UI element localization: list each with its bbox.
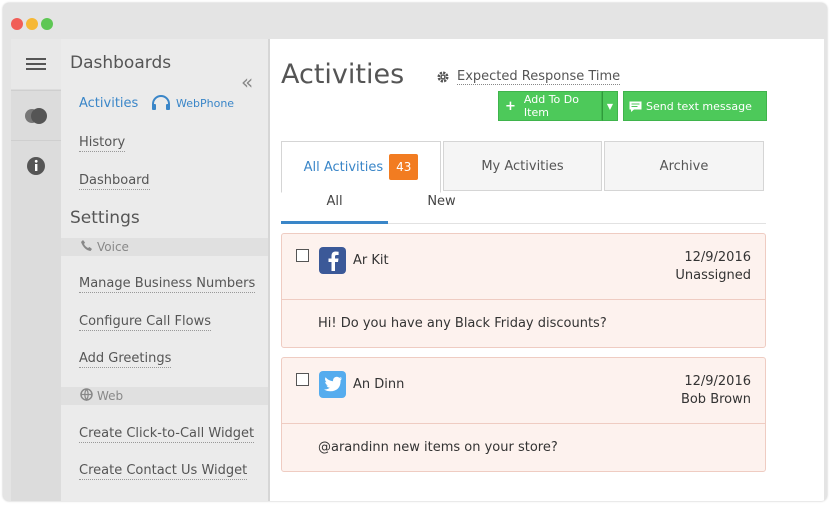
select-checkbox[interactable] [296,249,309,262]
subtab-all[interactable]: All [281,189,388,224]
add-todo-dropdown-button[interactable]: ▼ [602,91,618,121]
activity-message: @arandinn new items on your store? [282,423,765,471]
twitter-icon [319,371,346,398]
gear-icon [437,71,449,83]
globe-icon [80,388,93,406]
activity-message: Hi! Do you have any Black Friday discoun… [282,299,765,347]
plus-icon: + [505,98,516,114]
facebook-icon [319,247,346,274]
tab-label: Archive [659,158,709,174]
sidebar-item-contact-us[interactable]: Create Contact Us Widget [79,462,248,480]
activity-date: 12/9/2016 [684,374,751,389]
toggle-icon [25,108,47,124]
voice-label: Voice [97,240,129,254]
select-checkbox[interactable] [296,373,309,386]
add-todo-button[interactable]: + Add To Do Item [498,91,602,121]
activity-card[interactable]: Ar Kit 12/9/2016 Unassigned Hi! Do you h… [281,233,766,348]
main-panel: Activities Expected Response Time + Add … [268,39,824,501]
voice-section-header: Voice [61,238,268,256]
subtab-new[interactable]: New [388,189,495,221]
filter-subtabs: All New [281,189,766,224]
add-todo-label: Add To Do Item [523,93,579,119]
activity-meta: 12/9/2016 Unassigned [675,249,751,285]
sidebar-item-call-flows[interactable]: Configure Call Flows [79,313,211,331]
minimize-window-button[interactable] [26,18,38,30]
sidebar-item-history[interactable]: History [79,134,126,152]
count-badge: 43 [389,154,419,180]
tab-all-activities[interactable]: All Activities 43 [281,141,441,193]
activity-date: 12/9/2016 [684,250,751,265]
sidebar-item-manage-numbers[interactable]: Manage Business Numbers [79,275,256,293]
collapse-sidebar-button[interactable]: « [241,72,253,92]
icon-bar [11,39,61,501]
web-section-header: Web [61,387,268,405]
activity-assignee: Unassigned [675,268,751,283]
send-text-button[interactable]: Send text message [623,91,767,121]
info-button[interactable] [11,140,61,191]
sidebar: Dashboards « Activities WebPhone History… [61,39,268,501]
webphone-link[interactable]: WebPhone [151,95,234,112]
contact-name: Ar Kit [353,253,389,268]
webphone-label: WebPhone [176,97,235,110]
menu-toggle-button[interactable] [11,39,61,89]
tab-my-activities[interactable]: My Activities [443,141,602,191]
expected-response-time-label: Expected Response Time [457,69,621,85]
activity-tabs: All Activities 43 My Activities Archive [281,141,766,193]
settings-heading: Settings [70,208,140,228]
status-toggle-button[interactable] [11,90,61,141]
send-text-label: Send text message [646,99,752,113]
close-window-button[interactable] [11,18,23,30]
caret-down-icon: ▼ [606,101,614,111]
activity-assignee: Bob Brown [680,392,751,407]
sidebar-item-click-to-call[interactable]: Create Click-to-Call Widget [79,425,255,443]
activity-card[interactable]: An Dinn 12/9/2016 Bob Brown @arandinn ne… [281,357,766,472]
app-window: Dashboards « Activities WebPhone History… [3,3,827,501]
tab-label: My Activities [481,158,564,174]
info-icon [27,157,45,175]
tab-label: All Activities [303,159,384,175]
maximize-window-button[interactable] [41,18,53,30]
sidebar-item-greetings[interactable]: Add Greetings [79,350,172,368]
sidebar-item-activities[interactable]: Activities [79,95,138,112]
web-label: Web [97,389,124,403]
sidebar-item-dashboard[interactable]: Dashboard [79,172,150,190]
message-icon [629,101,642,112]
expected-response-time-link[interactable]: Expected Response Time [436,69,621,85]
headset-icon [152,95,170,110]
tab-archive[interactable]: Archive [604,141,764,191]
activity-meta: 12/9/2016 Bob Brown [681,373,751,409]
contact-name: An Dinn [353,377,405,392]
hamburger-icon [26,58,46,70]
dashboards-heading: Dashboards [70,53,172,73]
phone-icon [80,239,93,257]
page-title: Activities [281,59,405,90]
